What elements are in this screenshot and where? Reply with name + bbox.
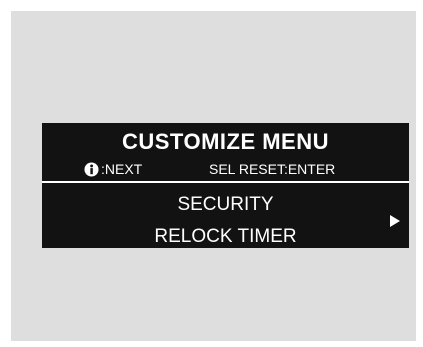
next-hint-label: :NEXT	[101, 161, 143, 177]
menu-title: CUSTOMIZE MENU	[121, 129, 330, 154]
reset-hint-label: SEL RESET:ENTER	[209, 161, 336, 177]
info-icon	[84, 161, 99, 177]
reset-hint: SEL RESET:ENTER	[209, 161, 335, 177]
divider	[42, 181, 409, 183]
background-panel: CUSTOMIZE MENU :NEXT SEL RESET:ENTER SEC…	[11, 11, 416, 341]
multi-info-display: CUSTOMIZE MENU :NEXT SEL RESET:ENTER SEC…	[42, 123, 409, 248]
next-hint: :NEXT	[84, 161, 142, 177]
menu-line-primary: SECURITY	[177, 194, 274, 215]
right-arrow-icon	[390, 215, 400, 227]
menu-line-secondary: RELOCK TIMER	[154, 226, 297, 247]
